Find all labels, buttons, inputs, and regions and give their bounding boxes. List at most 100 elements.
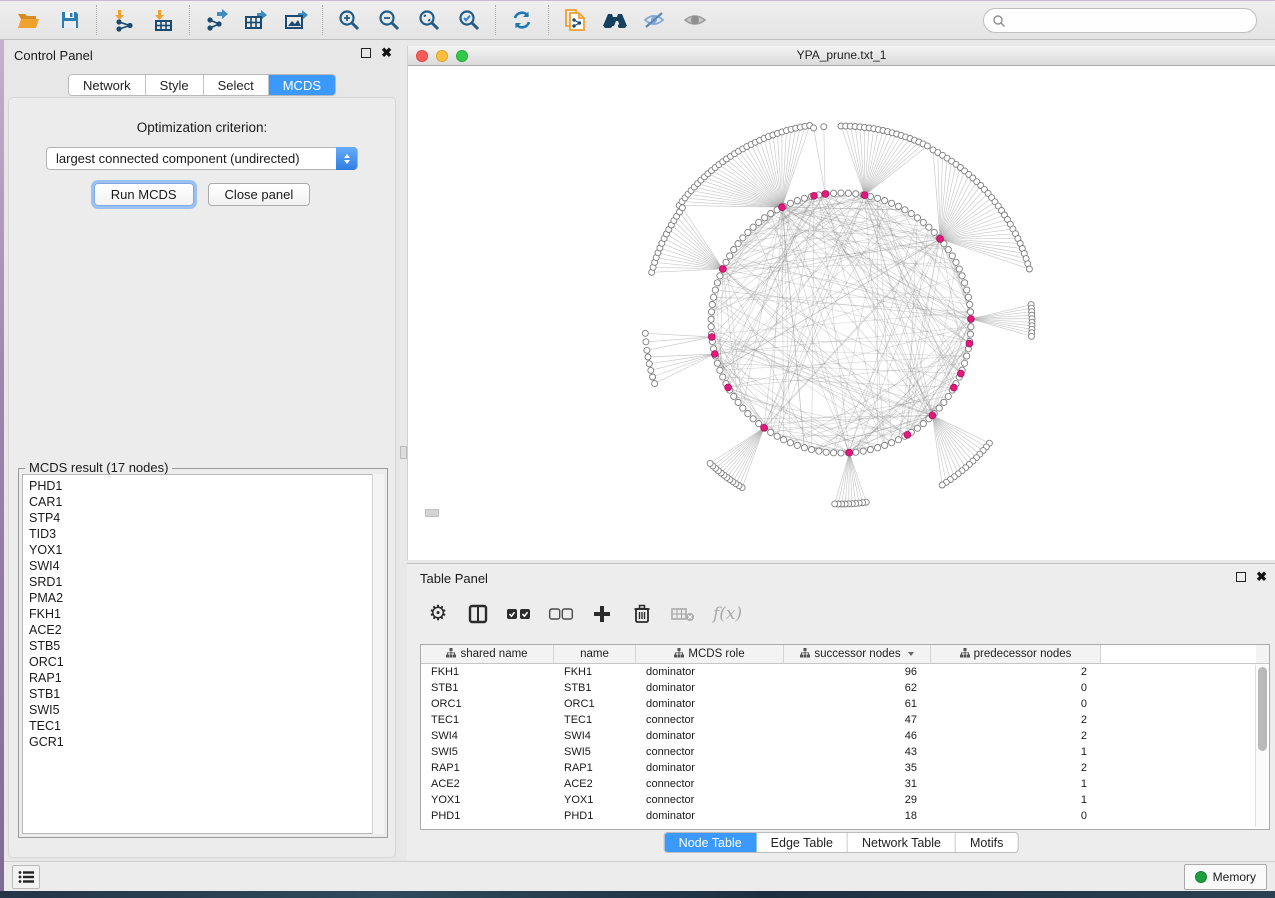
mcds-result-item[interactable]: SWI4 — [23, 558, 383, 574]
graph-node[interactable] — [750, 416, 756, 422]
mcds-result-item[interactable]: SRD1 — [23, 574, 383, 590]
table-scrollbar-thumb[interactable] — [1258, 667, 1267, 751]
graph-node[interactable] — [902, 207, 908, 213]
graph-node[interactable] — [956, 266, 962, 272]
export-table-icon[interactable] — [236, 3, 276, 37]
graph-leaf-node[interactable] — [811, 125, 817, 131]
graph-node[interactable] — [949, 253, 955, 259]
graph-node[interactable] — [967, 301, 973, 307]
graph-node[interactable] — [731, 393, 737, 399]
graph-node[interactable] — [953, 259, 959, 265]
task-history-button[interactable] — [12, 865, 40, 889]
graph-node[interactable] — [964, 353, 970, 359]
graph-node[interactable] — [838, 450, 844, 456]
column-header-MCDS-role[interactable]: MCDS role — [636, 645, 784, 663]
graph-leaf-node[interactable] — [924, 143, 930, 149]
graph-mcds-hub-node[interactable] — [950, 384, 957, 391]
import-table-icon[interactable] — [143, 3, 183, 37]
graph-leaf-node[interactable] — [679, 205, 685, 211]
mcds-result-item[interactable]: STB5 — [23, 638, 383, 654]
graph-node[interactable] — [853, 449, 859, 455]
graph-node[interactable] — [723, 259, 729, 265]
graph-node[interactable] — [727, 253, 733, 259]
mcds-result-item[interactable]: CAR1 — [23, 494, 383, 510]
graph-node[interactable] — [801, 445, 807, 451]
graph-node[interactable] — [781, 437, 787, 443]
zoom-fit-icon[interactable] — [409, 3, 449, 37]
table-scrollbar[interactable] — [1255, 665, 1268, 827]
tab-mcds[interactable]: MCDS — [269, 75, 335, 95]
hide-selected-icon[interactable] — [635, 3, 675, 37]
graph-leaf-node[interactable] — [643, 339, 649, 345]
graph-node[interactable] — [717, 367, 723, 373]
graph-node[interactable] — [941, 399, 947, 405]
maximize-window-icon[interactable] — [456, 50, 468, 62]
graph-node[interactable] — [889, 200, 895, 206]
delete-column-icon[interactable] — [631, 601, 653, 627]
graph-node[interactable] — [967, 309, 973, 315]
graph-leaf-node[interactable] — [939, 482, 945, 488]
minimize-window-icon[interactable] — [436, 50, 448, 62]
graph-node[interactable] — [968, 324, 974, 330]
graph-node[interactable] — [967, 331, 973, 337]
mcds-result-item[interactable]: FKH1 — [23, 606, 383, 622]
mcds-result-item[interactable]: SWI5 — [23, 702, 383, 718]
graph-node[interactable] — [750, 224, 756, 230]
mcds-result-item[interactable]: TID3 — [23, 526, 383, 542]
mcds-result-item[interactable]: PHD1 — [23, 478, 383, 494]
settings-icon[interactable]: ⚙ — [427, 601, 449, 627]
graph-node[interactable] — [712, 287, 718, 293]
graph-node[interactable] — [745, 411, 751, 417]
graph-node[interactable] — [914, 425, 920, 431]
graph-mcds-hub-node[interactable] — [937, 236, 944, 243]
graph-node[interactable] — [962, 360, 968, 366]
graph-node[interactable] — [794, 442, 800, 448]
graph-node[interactable] — [889, 440, 895, 446]
graph-node[interactable] — [831, 190, 837, 196]
save-icon[interactable] — [50, 3, 90, 37]
graph-node[interactable] — [801, 195, 807, 201]
mcds-result-item[interactable]: YOX1 — [23, 542, 383, 558]
graph-node[interactable] — [914, 215, 920, 221]
column-header-shared-name[interactable]: shared name — [421, 645, 554, 663]
table-row[interactable]: STB1STB1dominator620 — [421, 680, 1269, 696]
graph-node[interactable] — [920, 219, 926, 225]
split-panel-icon[interactable] — [467, 601, 489, 627]
graph-leaf-node[interactable] — [832, 501, 838, 507]
deselect-all-columns-icon[interactable] — [549, 601, 573, 627]
graph-node[interactable] — [965, 294, 971, 300]
graph-node[interactable] — [936, 405, 942, 411]
graph-node[interactable] — [714, 360, 720, 366]
float-panel-icon[interactable] — [361, 48, 371, 58]
graph-leaf-node[interactable] — [1026, 266, 1032, 272]
graph-node[interactable] — [735, 399, 741, 405]
graph-node[interactable] — [787, 200, 793, 206]
graph-mcds-hub-node[interactable] — [904, 431, 911, 438]
panel-divider-grip[interactable] — [400, 446, 407, 459]
split-pane-grip[interactable] — [425, 509, 439, 517]
network-titlebar[interactable]: YPA_prune.txt_1 — [408, 46, 1275, 66]
graph-leaf-node[interactable] — [707, 460, 713, 466]
graph-node[interactable] — [838, 190, 844, 196]
table-row[interactable]: TEC1TEC1connector472 — [421, 712, 1269, 728]
network-graph[interactable] — [408, 66, 1274, 559]
graph-node[interactable] — [908, 211, 914, 217]
tab-node-table[interactable]: Node Table — [665, 833, 757, 852]
graph-node[interactable] — [768, 211, 774, 217]
zoom-in-icon[interactable] — [329, 3, 369, 37]
graph-node[interactable] — [714, 280, 720, 286]
graph-node[interactable] — [709, 301, 715, 307]
graph-node[interactable] — [926, 224, 932, 230]
graph-node[interactable] — [731, 247, 737, 253]
graph-node[interactable] — [794, 198, 800, 204]
close-table-panel-icon[interactable]: ✖ — [1256, 572, 1267, 582]
graph-leaf-node[interactable] — [644, 347, 650, 353]
graph-mcds-hub-node[interactable] — [861, 192, 868, 199]
graph-mcds-hub-node[interactable] — [968, 316, 975, 323]
table-row[interactable]: FKH1FKH1dominator962 — [421, 664, 1269, 680]
graph-node[interactable] — [740, 405, 746, 411]
mcds-result-item[interactable]: PMA2 — [23, 590, 383, 606]
graph-node[interactable] — [787, 440, 793, 446]
table-row[interactable]: PHD1PHD1dominator180 — [421, 808, 1269, 824]
graph-leaf-node[interactable] — [652, 381, 658, 387]
